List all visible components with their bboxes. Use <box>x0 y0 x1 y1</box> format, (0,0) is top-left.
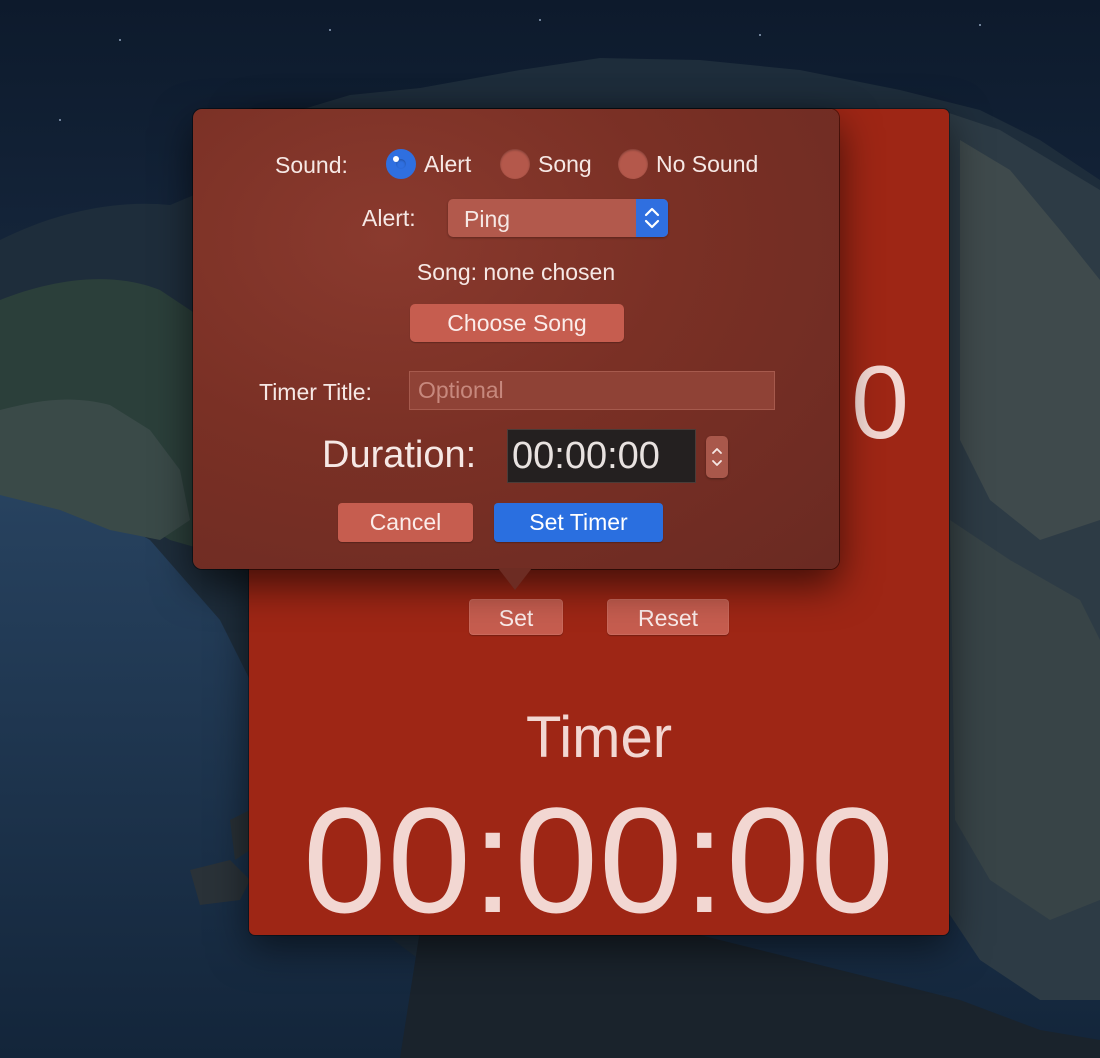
cancel-button[interactable]: Cancel <box>338 503 473 542</box>
set-timer-popover: Sound: Alert Song No Sound Alert: Ping S… <box>193 109 839 590</box>
reset-button[interactable]: Reset <box>607 599 729 635</box>
radio-unselected-icon <box>500 149 530 179</box>
sound-label: Sound: <box>275 152 348 178</box>
choose-song-button[interactable]: Choose Song <box>410 304 624 342</box>
radio-no-sound-label: No Sound <box>656 150 759 177</box>
set-button[interactable]: Set <box>469 599 563 635</box>
radio-alert-label: Alert <box>424 150 472 177</box>
timer-label: Timer <box>525 705 673 770</box>
popover-arrow <box>498 568 532 590</box>
chevron-up-down-icon <box>636 199 668 237</box>
duration-label: Duration: <box>322 434 477 476</box>
duration-stepper[interactable] <box>706 436 728 478</box>
radio-alert[interactable]: Alert <box>386 149 471 179</box>
radio-selected-icon <box>386 149 416 179</box>
alert-label: Alert: <box>362 205 416 231</box>
duration-field[interactable]: 00:00:00 <box>507 429 696 483</box>
set-timer-button[interactable]: Set Timer <box>494 503 663 542</box>
timer-title-label: Timer Title: <box>259 379 372 405</box>
radio-song-label: Song <box>538 150 592 177</box>
stepper-arrows-icon <box>712 448 722 466</box>
alert-sound-popup[interactable]: Ping <box>448 199 668 237</box>
song-status: Song: none chosen <box>416 259 616 285</box>
radio-song[interactable]: Song <box>500 149 592 179</box>
radio-no-sound[interactable]: No Sound <box>618 149 758 179</box>
radio-unselected-icon <box>618 149 648 179</box>
alert-sound-value: Ping <box>464 206 511 232</box>
timer-title-input[interactable] <box>409 371 775 410</box>
timer-display: 00:00:00 <box>303 776 895 944</box>
